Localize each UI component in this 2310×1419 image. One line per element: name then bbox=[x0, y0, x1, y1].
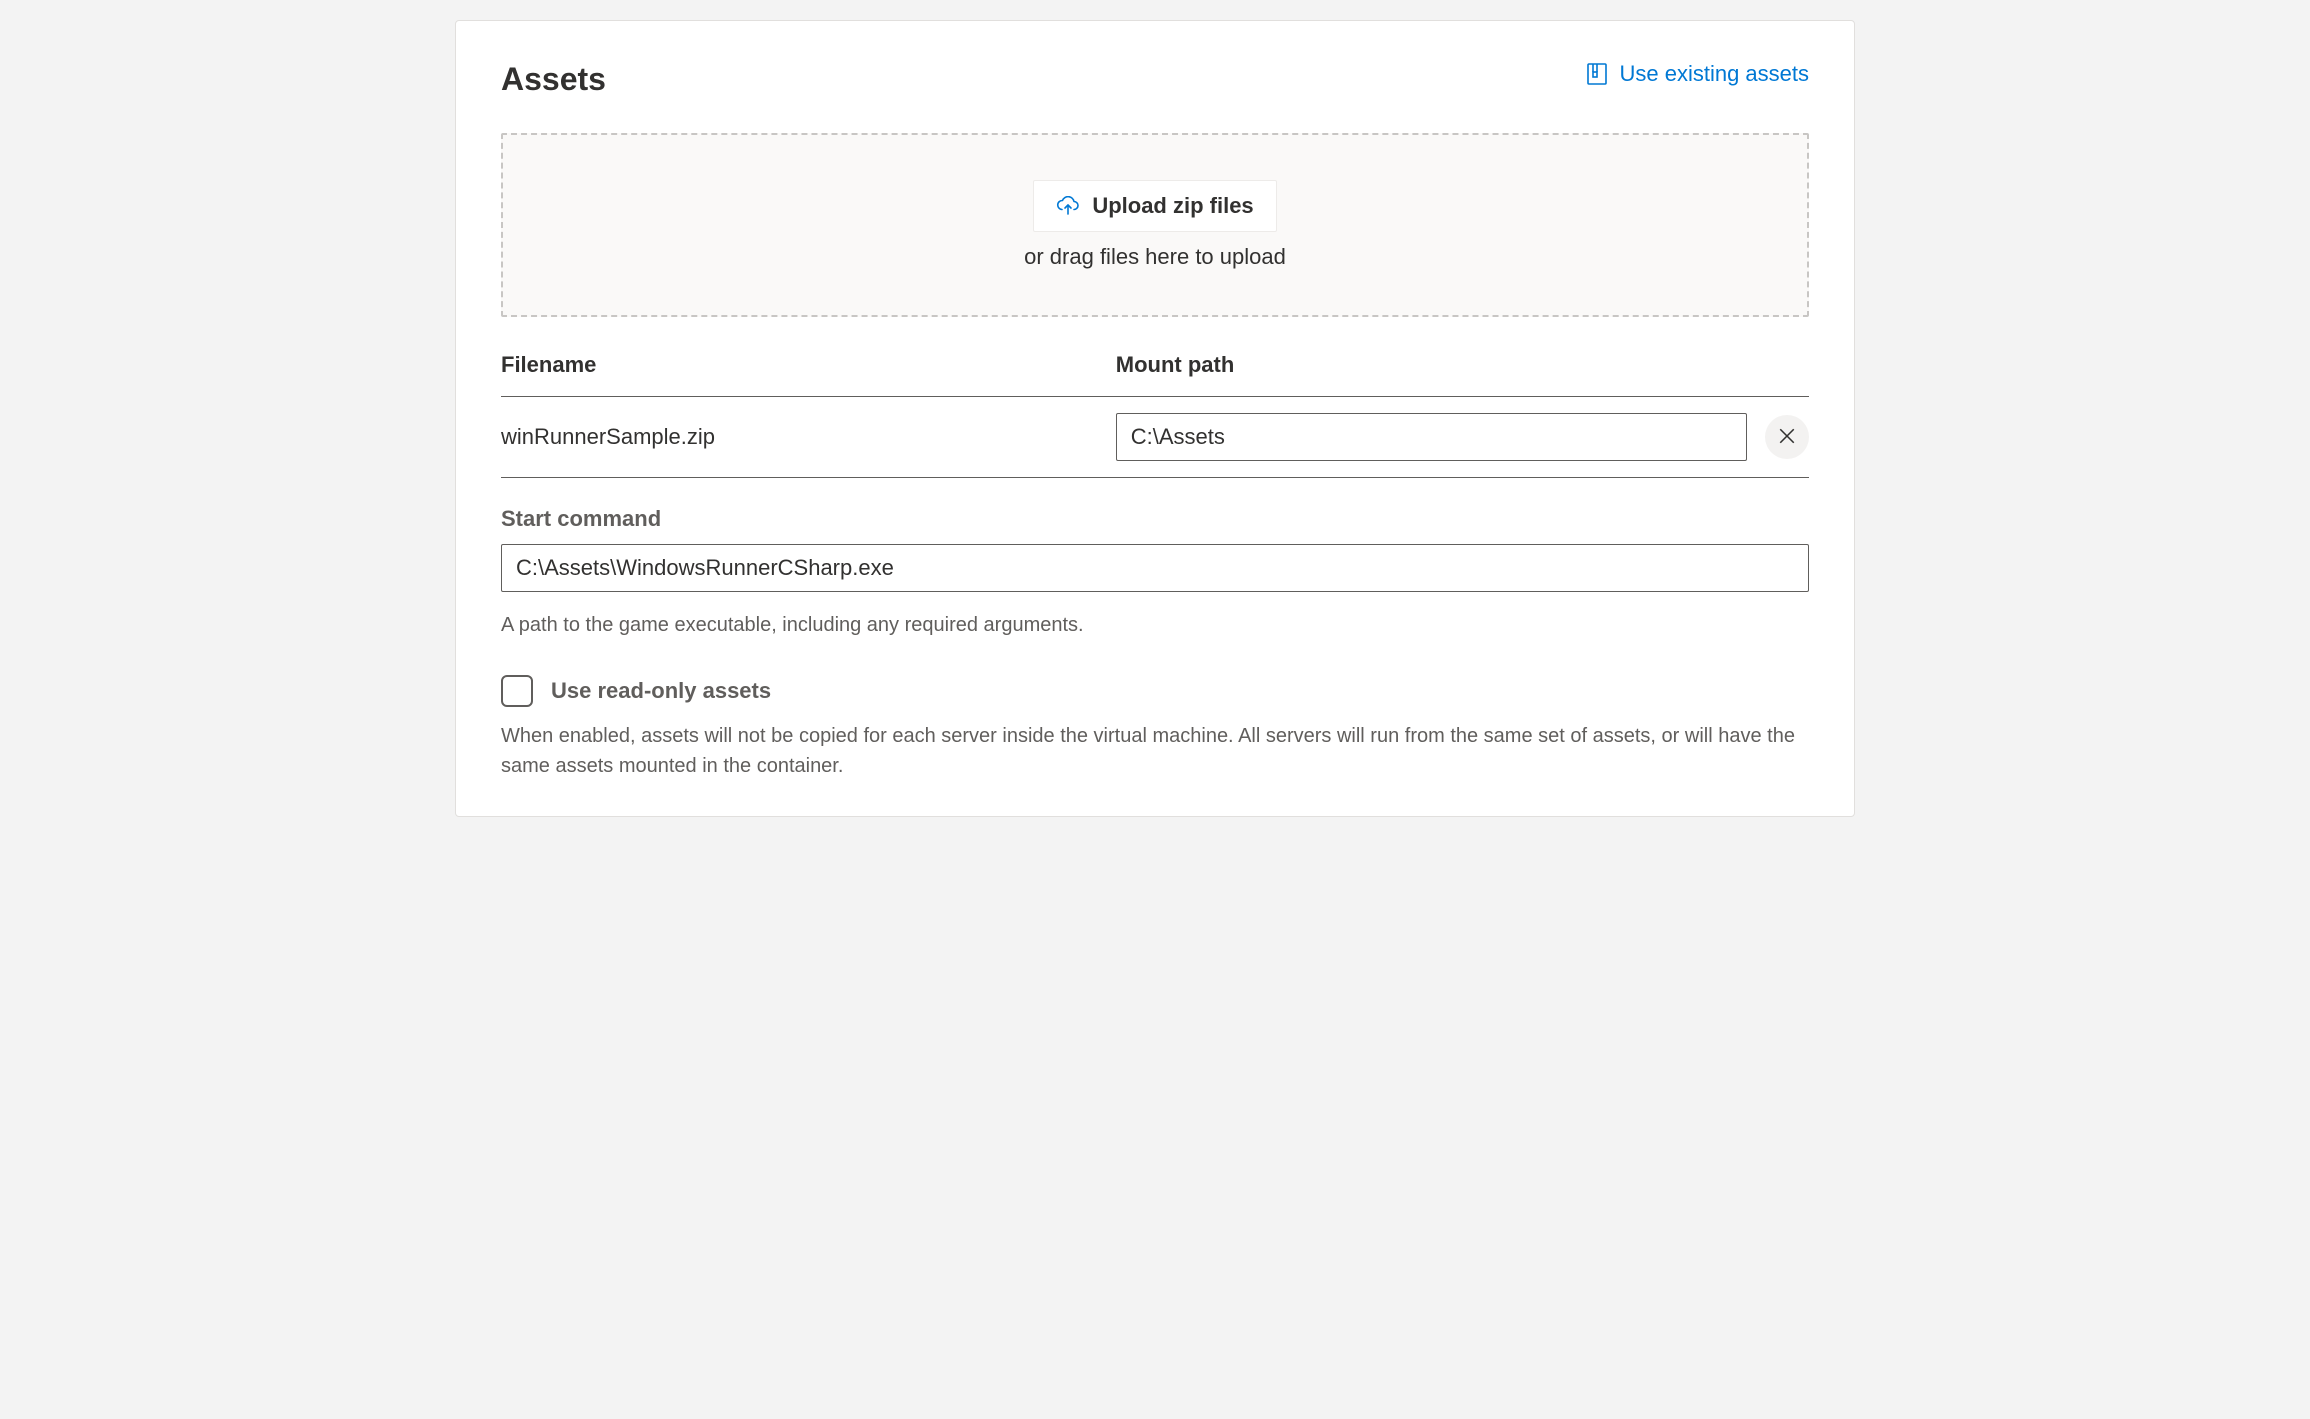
use-existing-assets-button[interactable]: Use existing assets bbox=[1585, 61, 1809, 87]
start-command-input[interactable] bbox=[501, 544, 1809, 592]
panel-header: Assets Use existing assets bbox=[501, 61, 1809, 98]
remove-asset-button[interactable] bbox=[1765, 415, 1809, 459]
assets-table-header: Filename Mount path bbox=[501, 342, 1809, 397]
readonly-assets-checkbox[interactable] bbox=[501, 675, 533, 707]
zip-file-icon bbox=[1585, 62, 1609, 86]
drag-hint-text: or drag files here to upload bbox=[1024, 244, 1286, 270]
assets-panel: Assets Use existing assets bbox=[455, 20, 1855, 817]
upload-zip-button[interactable]: Upload zip files bbox=[1033, 180, 1276, 232]
start-command-field: Start command A path to the game executa… bbox=[501, 506, 1809, 640]
start-command-help: A path to the game executable, including… bbox=[501, 610, 1809, 640]
column-header-filename: Filename bbox=[501, 352, 1116, 378]
upload-dropzone[interactable]: Upload zip files or drag files here to u… bbox=[501, 133, 1809, 317]
asset-row: winRunnerSample.zip bbox=[501, 397, 1809, 478]
readonly-assets-help: When enabled, assets will not be copied … bbox=[501, 721, 1809, 781]
readonly-assets-label[interactable]: Use read-only assets bbox=[551, 678, 771, 704]
close-icon bbox=[1778, 427, 1796, 448]
asset-filename: winRunnerSample.zip bbox=[501, 424, 1116, 450]
mount-path-input[interactable] bbox=[1116, 413, 1747, 461]
cloud-upload-icon bbox=[1056, 196, 1080, 216]
start-command-label: Start command bbox=[501, 506, 1809, 532]
panel-title: Assets bbox=[501, 61, 606, 98]
upload-button-label: Upload zip files bbox=[1092, 193, 1253, 219]
use-existing-assets-label: Use existing assets bbox=[1619, 61, 1809, 87]
column-header-mountpath: Mount path bbox=[1116, 352, 1809, 378]
readonly-assets-row: Use read-only assets bbox=[501, 675, 1809, 707]
